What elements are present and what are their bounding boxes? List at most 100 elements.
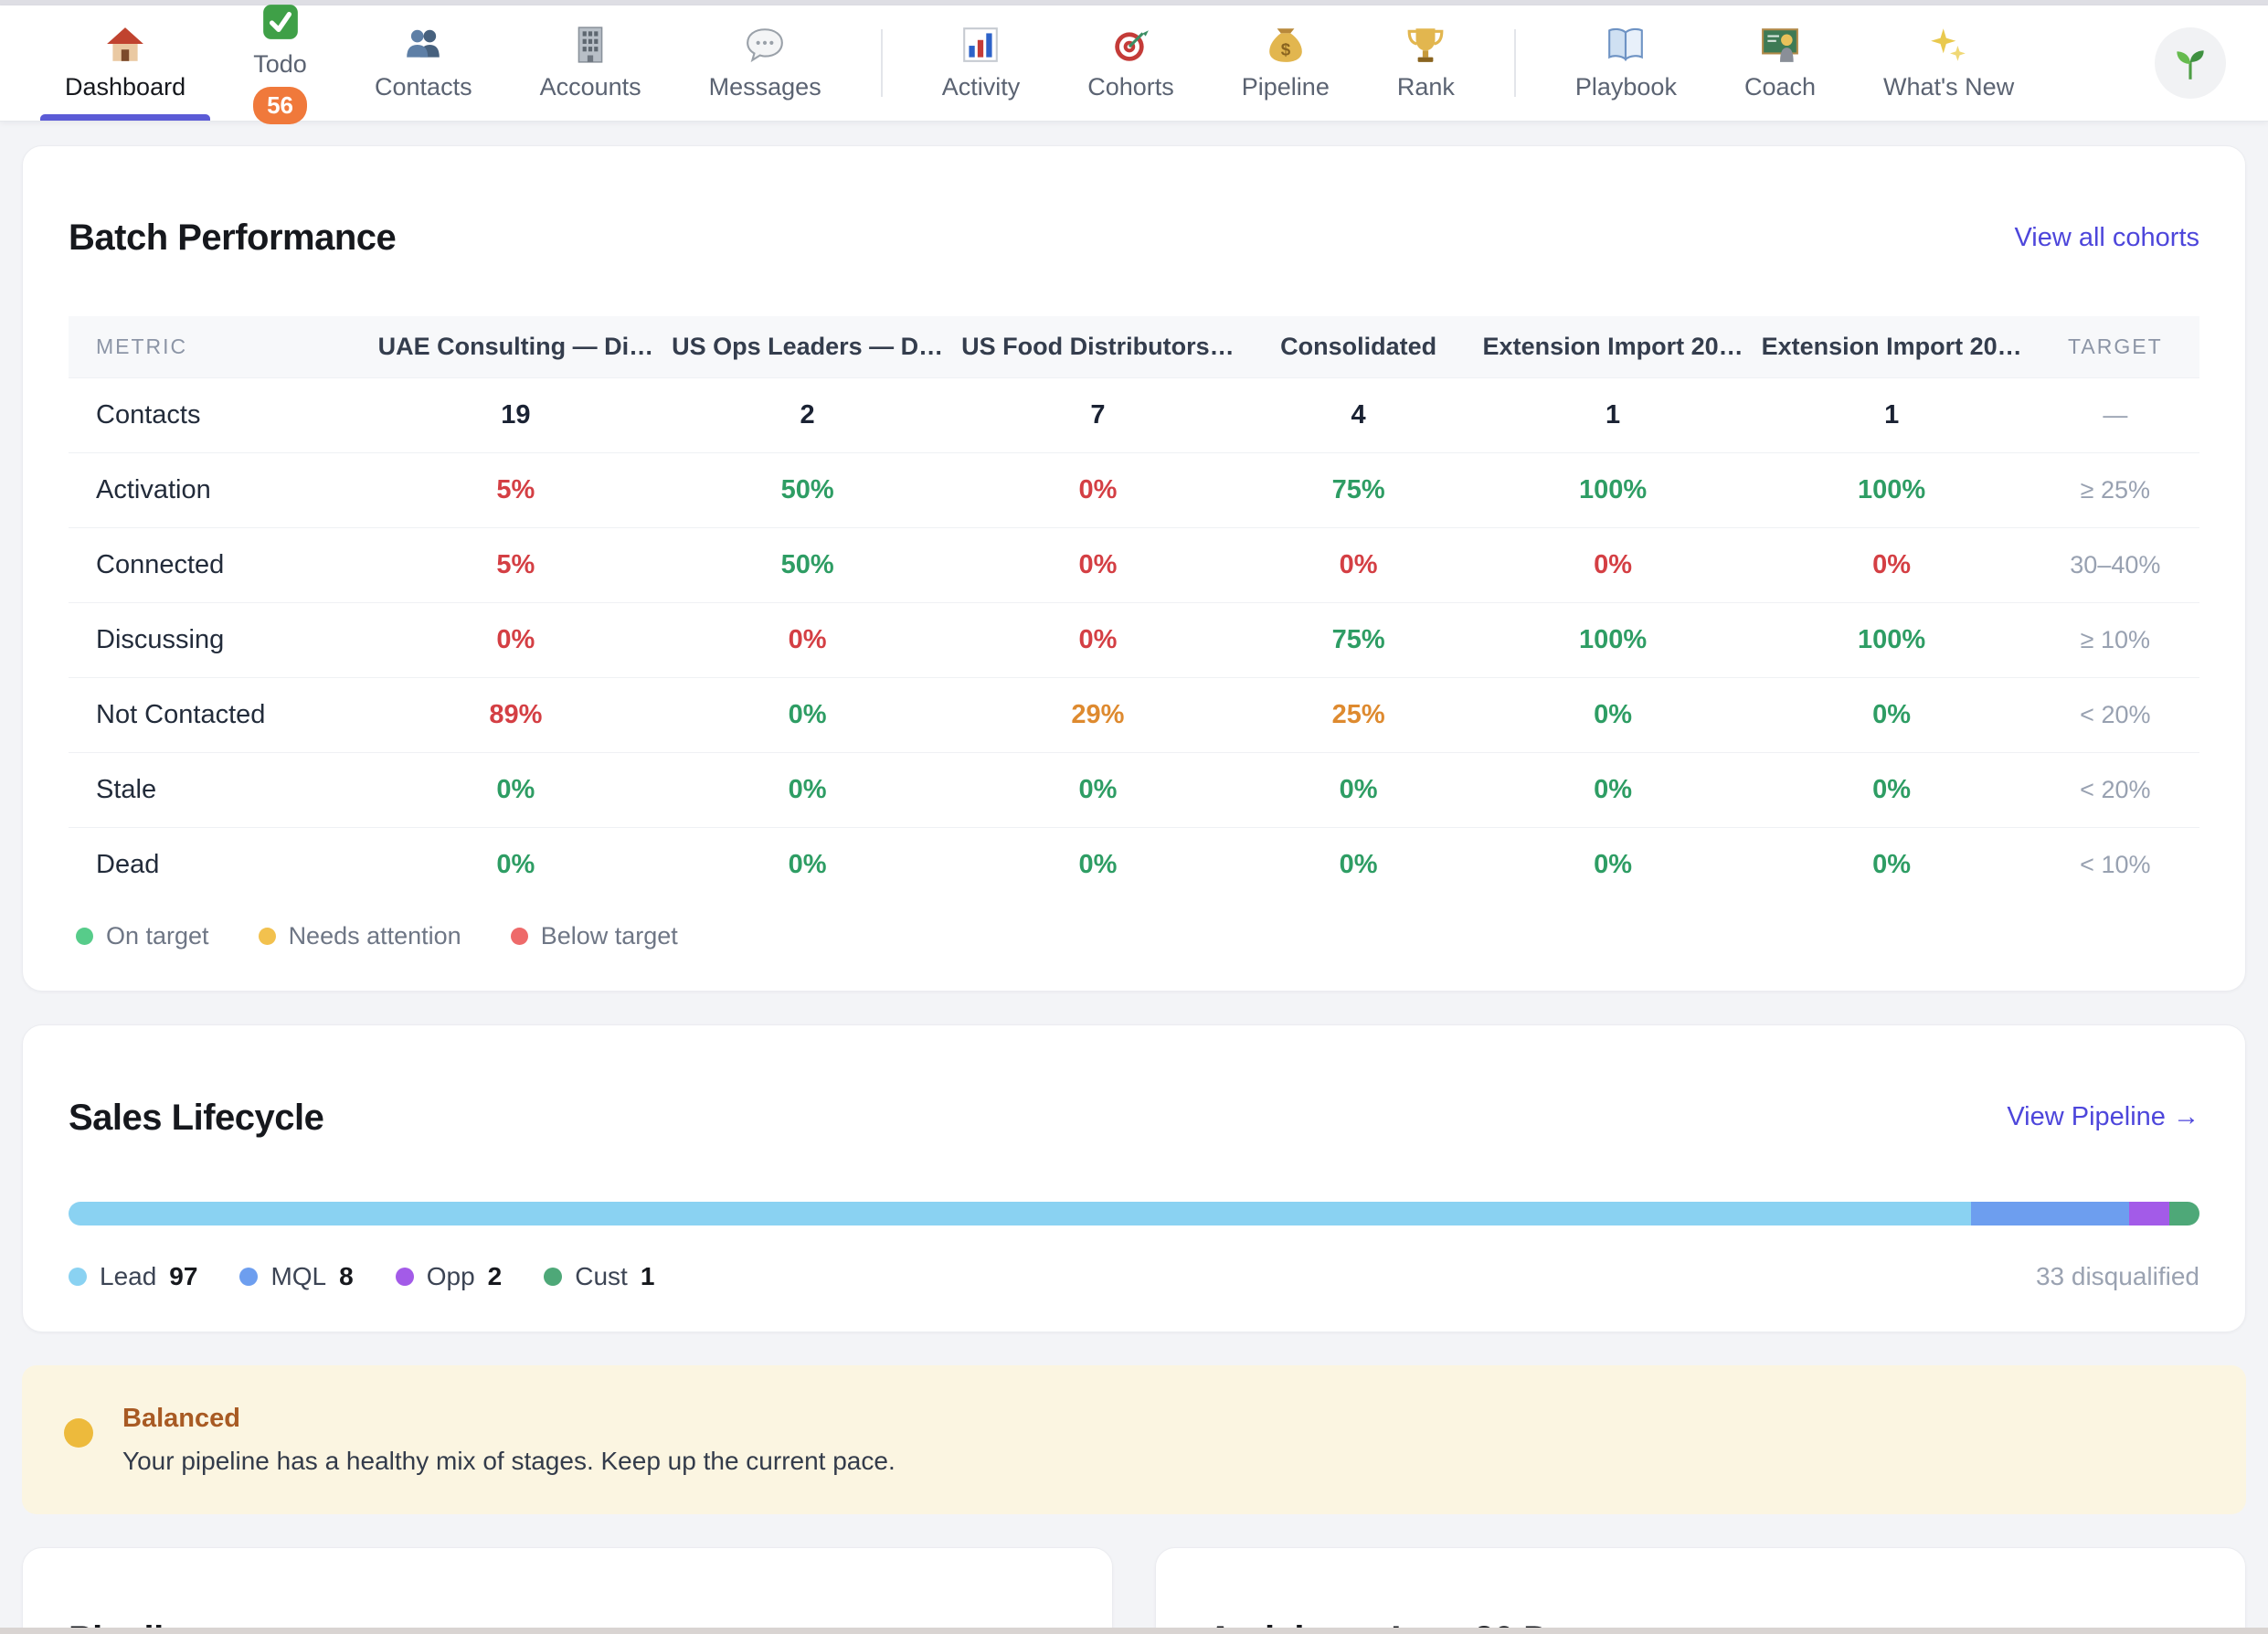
table-row: Dead 0% 0% 0% 0% 0% 0% < 10% (69, 828, 2199, 903)
stage-count: 97 (169, 1262, 197, 1291)
nav-item-playbook[interactable]: Playbook (1542, 5, 1711, 121)
stage-count: 2 (488, 1262, 503, 1291)
seedling-icon (2170, 43, 2210, 83)
metric-value: 0% (662, 678, 952, 753)
metric-value: 25% (1244, 678, 1474, 753)
metric-value: 5% (369, 528, 662, 603)
disqualified-count: 33 disqualified (2036, 1262, 2199, 1291)
metric-value: 0% (1753, 753, 2031, 828)
metric-value: 0% (952, 528, 1244, 603)
metric-value: 75% (1244, 453, 1474, 528)
legend-item-on-target: On target (76, 922, 209, 950)
nav-item-whats-new[interactable]: What's New (1849, 5, 2048, 121)
stage-label: Lead (100, 1262, 156, 1291)
table-row: Activation 5% 50% 0% 75% 100% 100% ≥ 25% (69, 453, 2199, 528)
metric-value: 100% (1753, 603, 2031, 678)
table-row: Connected 5% 50% 0% 0% 0% 0% 30–40% (69, 528, 2199, 603)
metric-target: < 20% (2031, 678, 2199, 753)
metric-value: 0% (369, 603, 662, 678)
col-header-cohort[interactable]: Extension Import 20… (1474, 316, 1753, 378)
metric-label: Connected (69, 528, 369, 603)
nav-item-dashboard[interactable]: Dashboard (31, 5, 219, 121)
lifecycle-segment-mql (1971, 1202, 2129, 1226)
green-dot-icon (76, 928, 93, 945)
metric-target: 30–40% (2031, 528, 2199, 603)
nav-item-contacts[interactable]: Contacts (341, 5, 506, 121)
trophy-icon (1405, 25, 1446, 65)
metric-label: Discussing (69, 603, 369, 678)
nav-item-todo[interactable]: Todo 56 (219, 5, 341, 121)
col-header-cohort[interactable]: UAE Consulting — Di… (369, 316, 662, 378)
metric-value: 2 (662, 378, 952, 453)
metric-value: 0% (952, 603, 1244, 678)
metric-value: 0% (662, 753, 952, 828)
col-header-cohort[interactable]: Extension Import 20… (1753, 316, 2031, 378)
metric-value: 50% (662, 528, 952, 603)
stage-count: 1 (641, 1262, 655, 1291)
legend-item-opp: Opp 2 (396, 1262, 503, 1291)
nav-label: Todo (253, 50, 307, 79)
legend-item-cust: Cust1 (544, 1262, 654, 1291)
col-header-cohort[interactable]: Consolidated (1244, 316, 1474, 378)
nav-label: Playbook (1575, 73, 1677, 101)
cust-dot-icon (544, 1268, 562, 1286)
nav-label: Accounts (540, 73, 641, 101)
col-header-metric: METRIC (69, 316, 369, 378)
metric-label: Stale (69, 753, 369, 828)
metric-value: 1 (1753, 378, 2031, 453)
target-icon (1110, 25, 1150, 65)
sprout-button[interactable] (2155, 27, 2226, 99)
metric-value: 29% (952, 678, 1244, 753)
sales-lifecycle-title: Sales Lifecycle (69, 1097, 323, 1139)
metric-value: 100% (1474, 453, 1753, 528)
metric-value: 0% (1244, 753, 1474, 828)
view-all-cohorts-link[interactable]: View all cohorts (2014, 223, 2199, 253)
metric-value: 7 (952, 378, 1244, 453)
nav-item-activity[interactable]: Activity (908, 5, 1055, 121)
metric-value: 19 (369, 378, 662, 453)
nav-divider (1514, 29, 1516, 97)
nav-item-messages[interactable]: Messages (675, 5, 855, 121)
metric-value: 5% (369, 453, 662, 528)
metric-value: 100% (1474, 603, 1753, 678)
nav-label: Activity (942, 73, 1021, 101)
insight-banner: Balanced Your pipeline has a healthy mix… (22, 1365, 2246, 1514)
table-row: Stale 0% 0% 0% 0% 0% 0% < 20% (69, 753, 2199, 828)
stage-count: 8 (339, 1262, 354, 1291)
nav-item-accounts[interactable]: Accounts (506, 5, 675, 121)
nav-label: Coach (1744, 73, 1816, 101)
teacher-icon (1760, 25, 1800, 65)
nav-divider (881, 29, 883, 97)
legend-item-below-target: Below target (511, 922, 678, 950)
home-icon (105, 25, 145, 65)
nav-label: Messages (709, 73, 821, 101)
status-legend: On target Needs attention Below target (23, 902, 2245, 991)
speech-bubble-icon (745, 25, 785, 65)
view-pipeline-link[interactable]: View Pipeline → (2007, 1102, 2199, 1132)
metric-value: 0% (952, 753, 1244, 828)
nav-item-cohorts[interactable]: Cohorts (1054, 5, 1208, 121)
table-row: Not Contacted 89% 0% 29% 25% 0% 0% < 20% (69, 678, 2199, 753)
nav-item-rank[interactable]: Rank (1363, 5, 1489, 121)
metric-value: 0% (1244, 528, 1474, 603)
yellow-dot-icon (259, 928, 276, 945)
people-icon (403, 25, 443, 65)
window-bottom-edge (0, 1628, 2268, 1634)
activity-card: Activity — Last 30 Days 570 total intera… (1155, 1547, 2246, 1634)
metric-label: Contacts (69, 378, 369, 453)
stage-label: Opp (427, 1262, 475, 1291)
nav-label: Contacts (375, 73, 472, 101)
nav-item-coach[interactable]: Coach (1711, 5, 1849, 121)
stage-label: MQL (270, 1262, 326, 1291)
metric-target: < 10% (2031, 828, 2199, 903)
nav-item-pipeline[interactable]: $ Pipeline (1208, 5, 1363, 121)
metric-value: 0% (952, 453, 1244, 528)
legend-label: Below target (541, 922, 678, 950)
legend-label: Needs attention (289, 922, 461, 950)
metric-value: 0% (1244, 828, 1474, 903)
sparkles-icon (1929, 25, 1969, 65)
lifecycle-segment-lead (69, 1202, 1971, 1226)
col-header-cohort[interactable]: US Food Distributors… (952, 316, 1244, 378)
col-header-cohort[interactable]: US Ops Leaders — D… (662, 316, 952, 378)
metric-value: 0% (1753, 828, 2031, 903)
